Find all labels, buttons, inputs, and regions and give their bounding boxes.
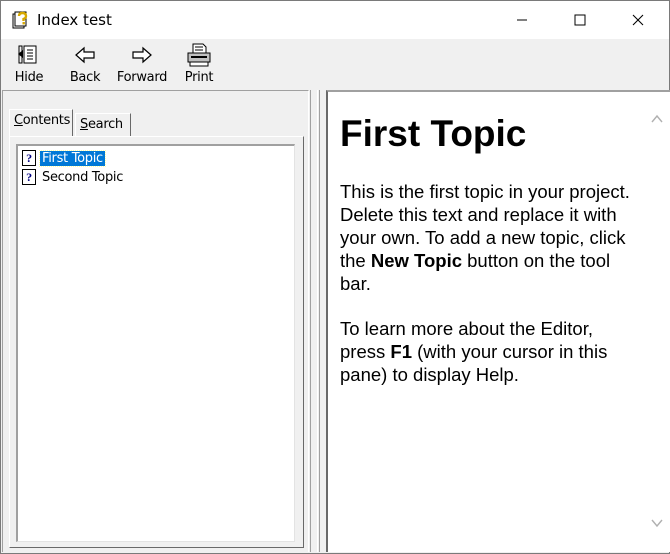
forward-button[interactable]: Forward — [115, 43, 169, 87]
tab-search-label: earch — [87, 117, 123, 132]
print-button[interactable]: Print — [181, 43, 217, 87]
topic-content: First Topic This is the first topic in y… — [340, 112, 640, 408]
tree-item-label: Second Topic — [42, 169, 124, 185]
scroll-down-icon[interactable] — [650, 516, 664, 530]
contents-panel: ? First Topic ? Second Topic — [9, 136, 304, 548]
tree-item-label: First Topic — [39, 149, 106, 167]
topic-paragraph-2: To learn more about the Editor, press F1… — [340, 317, 640, 386]
tab-search-accel: S — [80, 117, 88, 132]
help-window: Index test Hide Back Forward Print Conte… — [0, 0, 670, 554]
help-topic-icon: ? — [22, 169, 36, 185]
back-button[interactable]: Back — [67, 43, 103, 87]
scroll-up-icon[interactable] — [650, 112, 664, 126]
window-title: Index test — [37, 11, 112, 29]
tree-item-first-topic[interactable]: ? First Topic — [22, 149, 106, 167]
topic-heading: First Topic — [340, 113, 527, 154]
splitter-grip — [317, 90, 320, 552]
topic-pane: First Topic This is the first topic in y… — [326, 90, 670, 552]
close-button[interactable] — [615, 1, 661, 39]
print-label: Print — [184, 70, 214, 85]
toolbar: Hide Back Forward Print — [1, 39, 669, 89]
tab-contents-accel: C — [14, 113, 23, 128]
maximize-button[interactable] — [557, 1, 603, 39]
maximize-icon — [574, 14, 586, 26]
tab-contents-label: ontents — [22, 113, 71, 128]
forward-label: Forward — [116, 70, 168, 85]
minimize-button[interactable] — [499, 1, 545, 39]
minimize-icon — [517, 19, 527, 21]
p1-bold-new-topic: New Topic — [370, 250, 462, 271]
topic-paragraph-1: This is the first topic in your project.… — [340, 180, 640, 295]
help-topic-icon: ? — [22, 150, 36, 166]
hide-label: Hide — [14, 70, 44, 85]
close-icon — [632, 14, 644, 26]
hide-button[interactable]: Hide — [11, 43, 47, 87]
forward-arrow-icon — [129, 43, 155, 67]
printer-icon — [186, 43, 212, 67]
topic-tree[interactable]: ? First Topic ? Second Topic — [16, 144, 295, 542]
help-app-icon — [11, 10, 31, 30]
back-arrow-icon — [72, 43, 98, 67]
pane-splitter[interactable] — [310, 90, 326, 552]
navigation-pane: Contents Search ? First Topic ? Second T… — [2, 90, 309, 552]
back-label: Back — [69, 70, 101, 85]
tab-contents[interactable]: Contents — [9, 109, 73, 136]
p2-bold-f1: F1 — [390, 341, 412, 362]
hide-pane-icon — [16, 43, 42, 67]
tab-search[interactable]: Search — [75, 113, 131, 137]
title-bar[interactable]: Index test — [1, 1, 669, 39]
tree-item-second-topic[interactable]: ? Second Topic — [22, 168, 125, 186]
